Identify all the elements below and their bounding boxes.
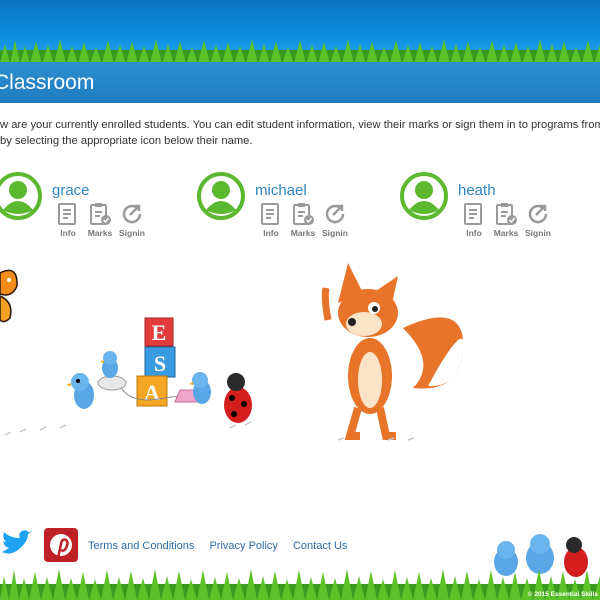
contact-link[interactable]: Contact Us <box>293 540 347 552</box>
student-actions: Info Marks Signin <box>456 202 556 242</box>
info-icon <box>253 202 289 226</box>
page-title: Classroom <box>0 71 95 94</box>
info-label: Info <box>466 228 482 238</box>
marks-label: Marks <box>493 228 519 238</box>
student-name[interactable]: heath <box>458 182 496 199</box>
student-card: heath Info Marks Signin <box>400 172 600 242</box>
student-card: grace Info Marks Signin <box>0 172 194 242</box>
marks-button[interactable]: Marks <box>488 202 524 242</box>
birds-and-blocks-illustration: E S A <box>4 317 252 436</box>
signin-icon <box>114 202 150 226</box>
terms-link[interactable]: Terms and Conditions <box>88 540 194 552</box>
signin-button[interactable]: Signin <box>317 202 353 242</box>
intro-line-1: w are your currently enrolled students. … <box>0 119 600 131</box>
marks-button[interactable]: Marks <box>285 202 321 242</box>
copyright-text: © 2015 Essential Skills <box>527 591 598 598</box>
signin-icon <box>520 202 556 226</box>
signin-label: Signin <box>119 228 145 238</box>
student-avatar-icon[interactable] <box>400 172 448 220</box>
student-name[interactable]: grace <box>52 182 90 199</box>
intro-text: w are your currently enrolled students. … <box>0 117 600 149</box>
marks-button[interactable]: Marks <box>82 202 118 242</box>
student-avatar-icon[interactable] <box>197 172 245 220</box>
block-letter-e: E <box>152 320 167 345</box>
pinterest-icon[interactable] <box>44 528 78 562</box>
block-letter-a: A <box>144 380 160 405</box>
privacy-link[interactable]: Privacy Policy <box>209 540 277 552</box>
twitter-icon[interactable] <box>0 530 34 560</box>
student-actions: Info Marks Signin <box>50 202 150 242</box>
info-icon <box>50 202 86 226</box>
block-letter-s: S <box>154 351 166 376</box>
marks-icon <box>285 202 321 226</box>
info-label: Info <box>263 228 279 238</box>
signin-button[interactable]: Signin <box>520 202 556 242</box>
signin-icon <box>317 202 353 226</box>
page-title-bar: Classroom <box>0 62 600 103</box>
fox-mascot-illustration <box>321 263 464 441</box>
grass-decoration-bottom <box>0 569 600 600</box>
info-button[interactable]: Info <box>253 202 289 242</box>
signin-button[interactable]: Signin <box>114 202 150 242</box>
grass-decoration-top <box>0 39 600 64</box>
marks-label: Marks <box>290 228 316 238</box>
student-name[interactable]: michael <box>255 182 307 199</box>
student-actions: Info Marks Signin <box>253 202 353 242</box>
marks-icon <box>488 202 524 226</box>
marks-label: Marks <box>87 228 113 238</box>
info-button[interactable]: Info <box>456 202 492 242</box>
info-button[interactable]: Info <box>50 202 86 242</box>
info-icon <box>456 202 492 226</box>
marks-icon <box>82 202 118 226</box>
student-card: michael Info Marks Signin <box>197 172 397 242</box>
intro-line-2: by selecting the appropriate icon below … <box>0 135 253 147</box>
signin-label: Signin <box>525 228 551 238</box>
signin-label: Signin <box>322 228 348 238</box>
student-avatar-icon[interactable] <box>0 172 42 220</box>
footer-links: Terms and Conditions Privacy Policy Cont… <box>88 540 359 552</box>
info-label: Info <box>60 228 76 238</box>
